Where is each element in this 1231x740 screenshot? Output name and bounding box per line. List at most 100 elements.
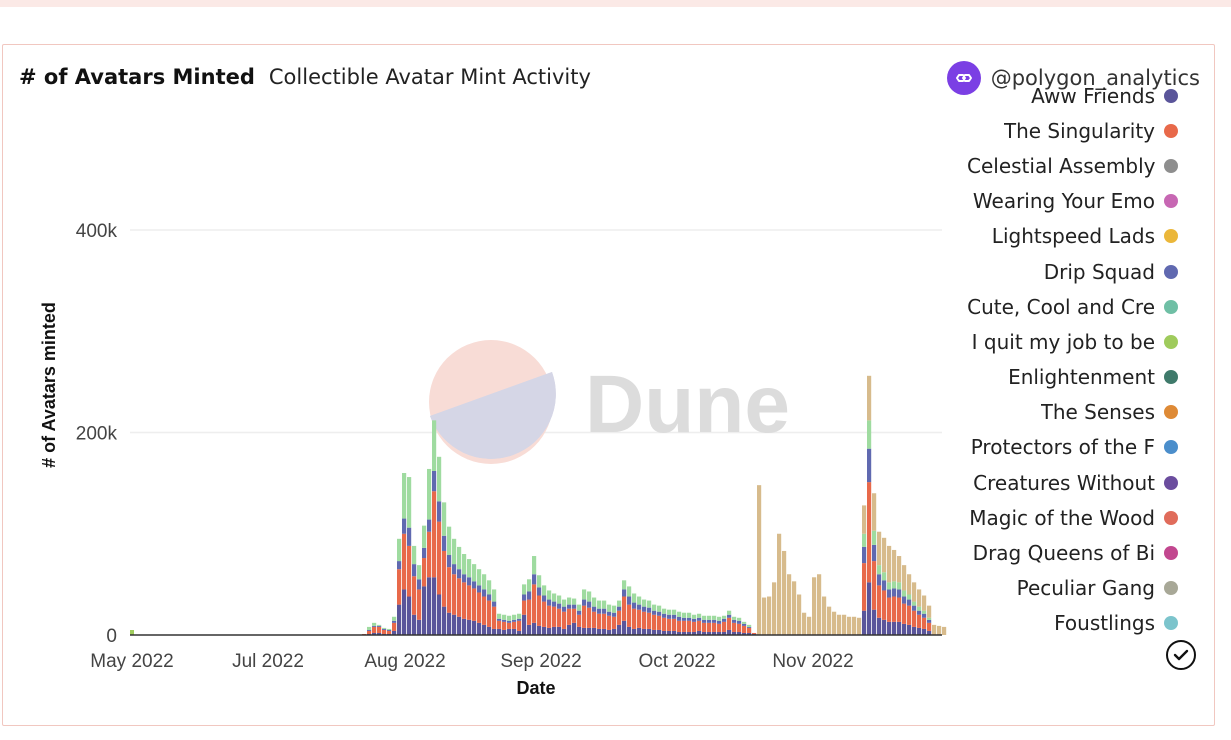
dune-watermark: Dune [429, 340, 790, 464]
y-tick-label: 0 [106, 626, 117, 647]
bar-segment-i-quit-my-job-to-be [397, 538, 402, 562]
legend-swatch [1164, 299, 1178, 314]
bar-segment-peculiar-gang [782, 550, 787, 635]
bar-stack [367, 626, 372, 635]
legend-item[interactable]: Creatures Without [940, 465, 1180, 500]
bar-segment-aww-friends [447, 612, 452, 635]
legend-item[interactable]: Aww Friends [940, 78, 1180, 113]
bar-stack [462, 554, 467, 635]
bar-stack [922, 595, 927, 635]
bar-segment-i-quit-my-job-to-be [507, 615, 512, 621]
bar-segment-peculiar-gang [777, 533, 782, 635]
check-circle-icon[interactable] [1166, 640, 1196, 670]
legend-item[interactable]: Magic of the Wood [940, 500, 1180, 535]
bar-segment-peculiar-gang [767, 596, 772, 635]
bar-segment-drip-squad [677, 616, 682, 621]
bar-segment-drip-squad [922, 613, 927, 618]
bar-segment-drip-squad [492, 601, 497, 607]
bar-segment-drip-squad [662, 613, 667, 618]
bar-segment-i-quit-my-job-to-be [647, 600, 652, 608]
bar-segment-the-singularity [742, 625, 747, 633]
x-tick-label: Sep 2022 [500, 651, 581, 672]
bar-segment-the-singularity [717, 623, 722, 632]
bar-segment-drip-squad [652, 610, 657, 615]
bar-stack [477, 569, 482, 635]
bar-stack [572, 598, 577, 635]
legend-item[interactable]: Protectors of the F [940, 430, 1180, 465]
bar-segment-drip-squad [592, 606, 597, 612]
bar-stack [807, 616, 812, 635]
legend-item[interactable]: Drag Queens of Bi [940, 535, 1180, 570]
bar-segment-drip-squad [572, 604, 577, 609]
bar-stack [452, 538, 457, 635]
bar-stack [697, 613, 702, 635]
bar-segment-drip-squad [477, 585, 482, 593]
bar-segment-i-quit-my-job-to-be [542, 585, 547, 596]
bar-stack [932, 624, 937, 635]
legend-item[interactable]: Cute, Cool and Cre [940, 289, 1180, 324]
legend-item[interactable]: The Senses [940, 395, 1180, 430]
x-tick-label: Nov 2022 [772, 651, 853, 672]
bar-segment-the-singularity [467, 585, 472, 620]
bar-segment-drip-squad [697, 617, 702, 621]
bar-segment-aww-friends [477, 622, 482, 635]
bar-stack [777, 533, 782, 635]
bar-stack [627, 586, 632, 635]
legend-item[interactable]: Foustlings [940, 606, 1180, 641]
bar-segment-drip-squad [547, 599, 552, 606]
bar-segment-drip-squad [717, 620, 722, 624]
legend-item[interactable]: Peculiar Gang [940, 571, 1180, 606]
x-tick-labels: May 2022 Jul 2022 Aug 2022 Sep 2022 Oct 2022… [90, 651, 853, 672]
legend-item[interactable]: The Butterfly Cod [940, 641, 1180, 648]
bar-segment-aww-friends [462, 618, 467, 635]
bar-segment-drip-squad [667, 614, 672, 619]
legend-label: Creatures Without [973, 470, 1155, 495]
bar-stack [542, 585, 547, 635]
bar-segment-peculiar-gang [917, 589, 922, 607]
bar-segment-the-singularity [862, 563, 867, 611]
bar-segment-aww-friends [417, 619, 422, 635]
bar-stack [772, 582, 777, 635]
bar-segment-drip-squad [907, 599, 912, 606]
bar-stack [742, 621, 747, 635]
bar-segment-aww-friends [647, 628, 652, 635]
watermark-text: Dune [585, 359, 790, 450]
bar-segment-the-singularity [487, 600, 492, 627]
bar-segment-the-singularity [497, 620, 502, 629]
legend-swatch [1164, 405, 1178, 420]
bar-stack [592, 597, 597, 635]
bar-segment-i-quit-my-job-to-be [862, 533, 867, 547]
legend-item[interactable]: Celestial Assembly [940, 148, 1180, 183]
legend-item[interactable]: The Singularity [940, 113, 1180, 148]
bar-segment-peculiar-gang [812, 577, 817, 635]
bar-segment-i-quit-my-job-to-be [897, 582, 902, 590]
bar-segment-drip-squad [397, 561, 402, 570]
legend-label: The Singularity [1003, 118, 1155, 143]
legend-swatch [1164, 264, 1178, 279]
bar-stack [672, 609, 677, 635]
bar-segment-the-singularity [557, 608, 562, 627]
legend-item[interactable]: Wearing Your Emo [940, 184, 1180, 219]
bar-segment-aww-friends [582, 627, 587, 635]
bar-segment-aww-friends [412, 614, 417, 635]
bar-segment-the-singularity [412, 576, 417, 615]
bar-segment-i-quit-my-job-to-be [522, 584, 527, 595]
bar-segment-peculiar-gang [867, 375, 872, 421]
bar-segment-the-singularity [417, 589, 422, 620]
legend-label: Foustlings [1054, 611, 1155, 636]
bar-stack [897, 556, 902, 635]
legend-item[interactable]: I quit my job to be [940, 324, 1180, 359]
legend-item[interactable]: Enlightenment [940, 360, 1180, 395]
bar-segment-the-singularity [507, 622, 512, 629]
bar-segment-drip-squad [917, 610, 922, 615]
bar-segment-aww-friends [527, 624, 532, 635]
legend-item[interactable]: Lightspeed Lads [940, 219, 1180, 254]
bar-segment-peculiar-gang [927, 605, 932, 618]
bar-stack [487, 580, 492, 635]
bar-segment-aww-friends [922, 628, 927, 635]
bar-segment-the-singularity [927, 622, 932, 631]
legend-item[interactable]: Drip Squad [940, 254, 1180, 289]
bar-segment-drip-squad [912, 605, 917, 611]
bar-segment-aww-friends [912, 626, 917, 635]
bar-segment-i-quit-my-job-to-be [422, 525, 427, 548]
